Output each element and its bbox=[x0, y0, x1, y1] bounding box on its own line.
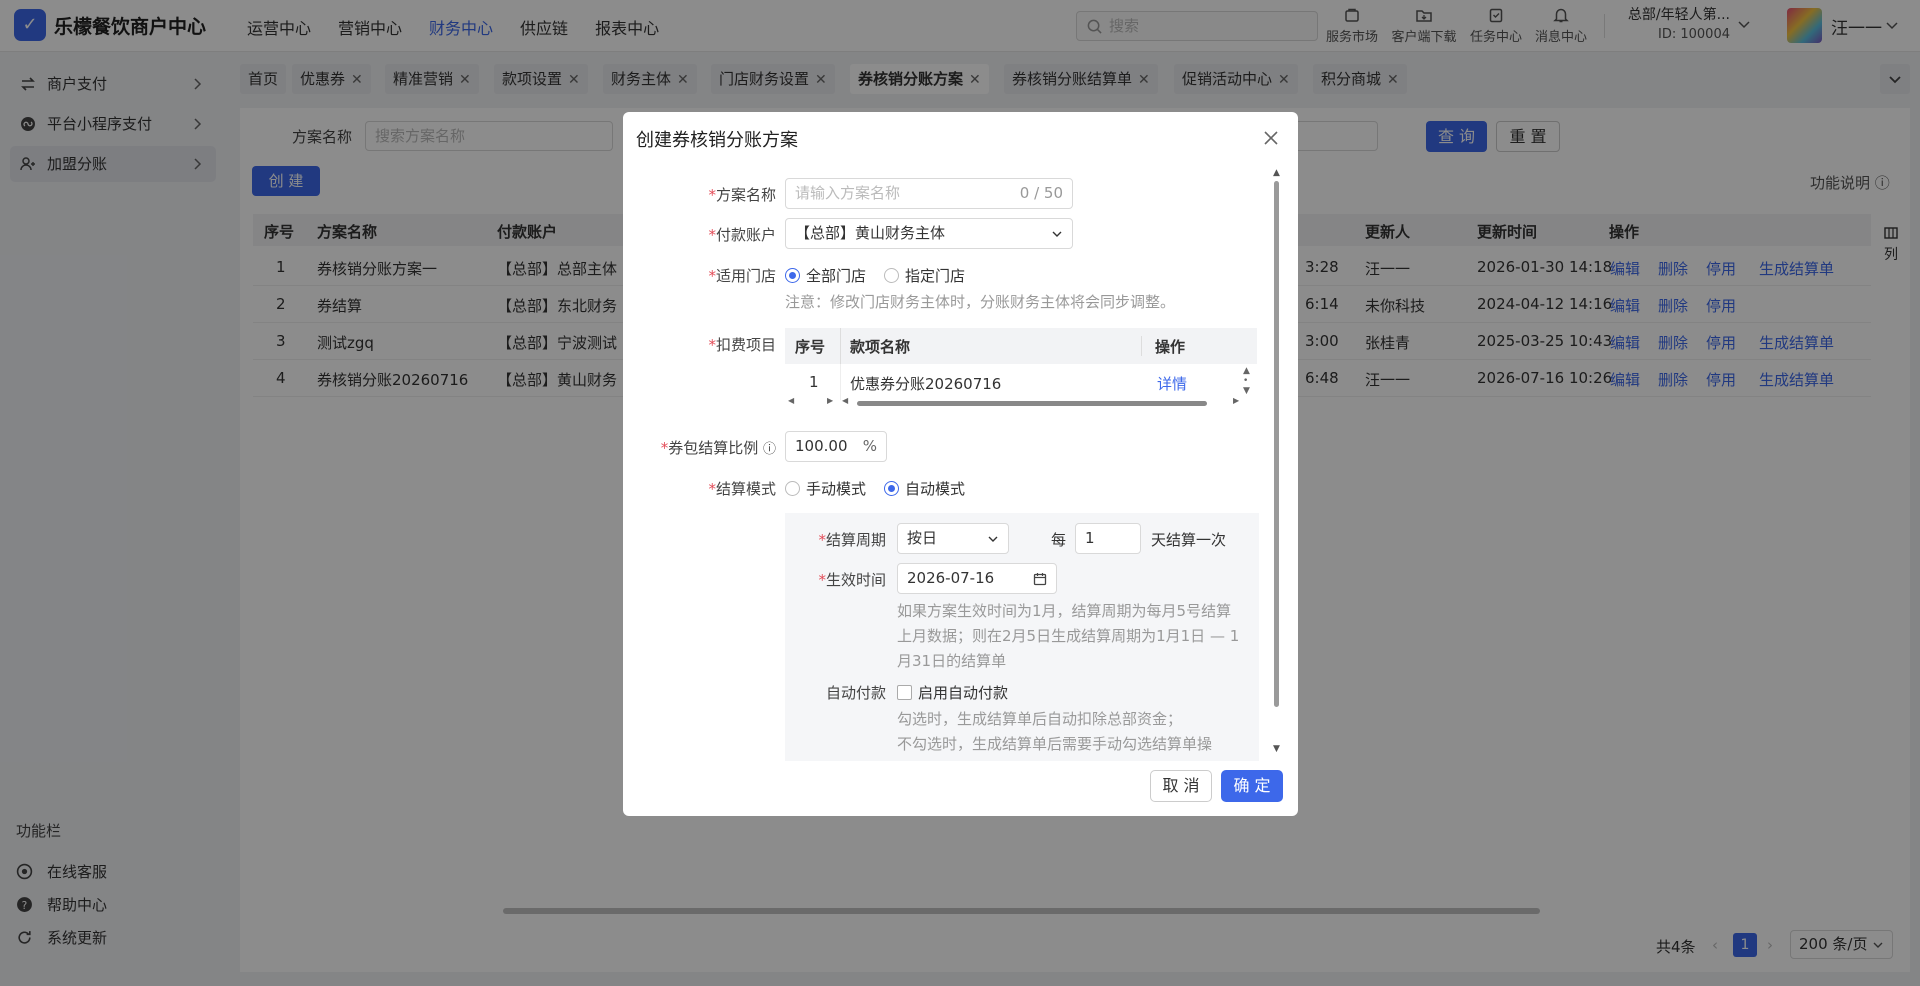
radio-auto-mode[interactable]: 自动模式 bbox=[884, 478, 965, 499]
effective-date-picker[interactable]: 2026-07-16 bbox=[897, 563, 1057, 594]
auto-pay-checkbox[interactable]: 启用自动付款 bbox=[897, 682, 1008, 703]
question-circle-icon: ⓘ bbox=[762, 442, 776, 457]
auto-pay-note: 勾选时，生成结算单后自动扣除总部资金； 不勾选时，生成结算单后需要手动勾选结算单… bbox=[897, 710, 1213, 753]
settlement-ratio-label: *券包结算比例 ⓘ bbox=[660, 439, 776, 457]
scroll-down-icon[interactable]: ▼ bbox=[1273, 744, 1280, 754]
effective-time-label: *生效时间 bbox=[818, 571, 886, 589]
horizontal-scrollbar[interactable] bbox=[857, 401, 1207, 406]
every-prefix: 每 bbox=[1051, 531, 1067, 549]
plan-name-label: *方案名称 bbox=[708, 186, 776, 204]
cycle-days-input[interactable]: 1 bbox=[1075, 523, 1141, 554]
percent-unit: % bbox=[862, 437, 877, 455]
radio-icon bbox=[785, 481, 800, 496]
scroll-right-icon[interactable]: ▶ bbox=[827, 396, 833, 405]
dialog-title: 创建券核销分账方案 bbox=[636, 130, 798, 151]
chevron-down-icon bbox=[988, 536, 998, 542]
checkbox-icon bbox=[897, 685, 912, 700]
deduction-table-header: 序号 款项名称 操作 bbox=[785, 328, 1257, 364]
settlement-ratio-input[interactable]: 100.00 % bbox=[785, 431, 887, 462]
radio-all-stores[interactable]: 全部门店 bbox=[785, 265, 866, 286]
deduction-table: 序号 款项名称 操作 1 优惠券分账20260716 详情 ▲ • ▼ ◀ ▶ ◀ … bbox=[785, 328, 1257, 408]
scroll-left-icon[interactable]: ◀ bbox=[842, 396, 848, 405]
radio-icon bbox=[884, 481, 899, 496]
deduction-items-label: *扣费项目 bbox=[708, 336, 776, 354]
scroll-up-icon[interactable]: ▲ bbox=[1273, 168, 1280, 178]
create-plan-dialog: 创建券核销分账方案 *方案名称 请输入方案名称 0 / 50 *付款账户 【总部… bbox=[623, 112, 1298, 816]
char-count: 0 / 50 bbox=[1019, 184, 1063, 202]
table-row: 1 优惠券分账20260716 详情 ▲ • ▼ bbox=[785, 364, 1257, 400]
settlement-mode-label: *结算模式 bbox=[708, 480, 776, 498]
payment-account-select[interactable]: 【总部】黄山财务主体 bbox=[785, 218, 1073, 249]
radio-icon bbox=[884, 268, 899, 283]
calendar-icon bbox=[1033, 573, 1047, 586]
radio-icon bbox=[785, 268, 800, 283]
effective-time-note: 如果方案生效时间为1月，结算周期为每月5号结算 上月数据；则在2月5日生成结算周… bbox=[897, 602, 1240, 670]
cancel-button[interactable]: 取 消 bbox=[1150, 770, 1212, 802]
radio-manual-mode[interactable]: 手动模式 bbox=[785, 478, 866, 499]
vertical-scroll-arrows-icon[interactable]: ▲ • ▼ bbox=[1243, 366, 1250, 396]
auto-pay-label: 自动付款 bbox=[825, 684, 886, 702]
deduction-scroll-row: ◀ ▶ ◀ ▶ bbox=[785, 396, 1257, 409]
radio-specific-stores[interactable]: 指定门店 bbox=[884, 265, 965, 286]
auto-mode-panel: *结算周期 按日 每 1 天结算一次 *生效时间 2026-07-16 如果方案… bbox=[785, 513, 1259, 761]
close-icon[interactable] bbox=[1263, 130, 1279, 146]
detail-link[interactable]: 详情 bbox=[1157, 373, 1187, 394]
confirm-button[interactable]: 确 定 bbox=[1221, 770, 1283, 802]
chevron-down-icon bbox=[1052, 231, 1062, 237]
store-note: 注意：修改门店财务主体时，分账财务主体将会同步调整。 bbox=[785, 293, 1176, 311]
plan-name-input[interactable]: 请输入方案名称 0 / 50 bbox=[785, 178, 1073, 209]
scroll-right-icon[interactable]: ▶ bbox=[1233, 396, 1239, 405]
scroll-left-icon[interactable]: ◀ bbox=[788, 396, 794, 405]
store-scope-label: *适用门店 bbox=[708, 267, 776, 285]
every-suffix: 天结算一次 bbox=[1151, 531, 1227, 549]
dialog-vertical-scrollbar[interactable] bbox=[1274, 181, 1279, 707]
settlement-cycle-select[interactable]: 按日 bbox=[897, 523, 1009, 554]
payment-account-label: *付款账户 bbox=[708, 226, 776, 244]
settlement-cycle-label: *结算周期 bbox=[818, 531, 886, 549]
